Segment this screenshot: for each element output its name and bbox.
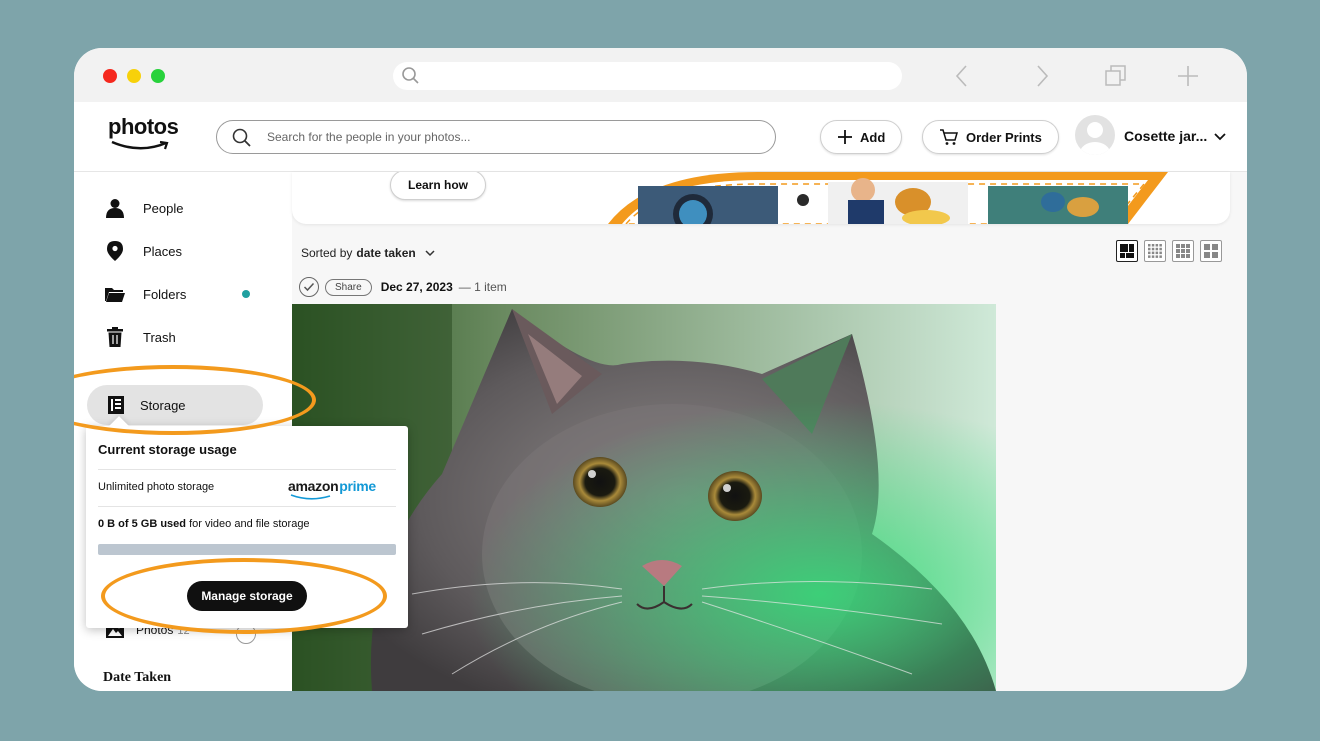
close-window-button[interactable]: [103, 69, 117, 83]
small-grid-icon: [1148, 244, 1162, 258]
order-prints-label: Order Prints: [966, 129, 1042, 145]
forward-icon[interactable]: [1034, 62, 1050, 90]
unlimited-photo-storage-label: Unlimited photo storage: [98, 481, 215, 493]
view-large-grid-button[interactable]: [1116, 240, 1138, 262]
four-grid-icon: [1204, 244, 1218, 258]
tabs-icon[interactable]: [1104, 64, 1128, 88]
view-medium-grid-button[interactable]: [1172, 240, 1194, 262]
storage-popover: Current storage usage Unlimited photo st…: [86, 426, 408, 628]
user-silhouette-icon: [1080, 122, 1110, 155]
username[interactable]: Cosette jar...: [1124, 128, 1207, 144]
prime-logo-right: prime: [339, 478, 376, 494]
main-content: Learn how Sorted by date taken Share Dec…: [292, 172, 1247, 691]
order-prints-button[interactable]: Order Prints: [922, 120, 1059, 154]
minimize-window-button[interactable]: [127, 69, 141, 83]
photo-group-header: Share Dec 27, 2023 — 1 item: [299, 276, 507, 298]
address-bar[interactable]: [393, 62, 902, 90]
cart-icon: [940, 129, 958, 145]
sidebar-item-people[interactable]: People: [104, 196, 183, 220]
sort-dropdown[interactable]: Sorted by date taken: [301, 246, 436, 260]
person-icon: [106, 199, 124, 218]
storage-used-amount: 0 B of 5 GB used: [98, 518, 187, 530]
banner-illustration: [608, 172, 1168, 224]
storage-used-text: 0 B of 5 GB used for video and file stor…: [98, 518, 310, 530]
browser-window: photos Search for the people in your pho…: [74, 48, 1247, 691]
avatar[interactable]: [1075, 115, 1115, 155]
learn-how-button[interactable]: Learn how: [390, 172, 487, 200]
chevron-down-icon: [425, 250, 435, 257]
view-small-grid-button[interactable]: [1144, 240, 1166, 262]
search-placeholder: Search for the people in your photos...: [267, 130, 471, 144]
sidebar-item-places[interactable]: Places: [104, 239, 182, 263]
prime-logo-left: amazon: [288, 478, 339, 494]
back-icon[interactable]: [954, 62, 970, 90]
storage-popover-title: Current storage usage: [98, 442, 237, 457]
photos-logo[interactable]: photos: [108, 114, 179, 140]
manage-storage-button[interactable]: Manage storage: [187, 581, 307, 611]
sidebar-item-folders[interactable]: Folders: [104, 282, 186, 306]
amazon-prime-logo: amazon prime: [288, 478, 376, 494]
chevron-down-icon[interactable]: [1214, 132, 1226, 142]
check-icon: [303, 282, 315, 292]
divider: [98, 469, 396, 470]
group-date: Dec 27, 2023: [380, 280, 453, 294]
sidebar-item-label: Trash: [143, 329, 176, 345]
trash-icon: [107, 327, 123, 347]
promo-banner: Learn how: [292, 172, 1230, 224]
select-group-checkbox[interactable]: [299, 277, 319, 297]
new-tab-icon[interactable]: [1176, 64, 1200, 88]
add-button-label: Add: [860, 129, 886, 145]
sidebar-item-label: Folders: [143, 286, 187, 302]
group-item-count: — 1 item: [458, 280, 507, 294]
browser-chrome: [74, 48, 1247, 102]
medium-grid-icon: [1176, 244, 1190, 258]
folder-icon: [105, 288, 125, 302]
people-search-input[interactable]: Search for the people in your photos...: [216, 120, 776, 154]
logo-smile-icon: [111, 140, 169, 150]
sort-prefix: Sorted by: [301, 246, 353, 260]
app-header: photos Search for the people in your pho…: [74, 102, 1247, 172]
search-icon: [402, 67, 419, 84]
large-grid-icon: [1120, 244, 1134, 258]
prime-smile-icon: [290, 494, 331, 500]
storage-label: Storage: [140, 397, 186, 413]
storage-used-suffix: for video and file storage: [186, 518, 310, 530]
sidebar-item-label: People: [143, 200, 184, 216]
view-switcher: [1116, 240, 1222, 262]
sidebar-item-trash[interactable]: Trash: [104, 325, 176, 349]
sidebar-item-storage[interactable]: Storage: [87, 385, 263, 425]
storage-icon: [108, 396, 124, 414]
divider: [98, 506, 396, 507]
add-button[interactable]: Add: [820, 120, 903, 154]
maximize-window-button[interactable]: [151, 69, 165, 83]
pin-icon: [107, 241, 123, 261]
plus-icon: [838, 130, 852, 144]
storage-usage-bar: [98, 544, 396, 555]
sidebar-item-label: Places: [143, 243, 183, 259]
share-button[interactable]: Share: [325, 278, 372, 296]
view-four-grid-button[interactable]: [1200, 240, 1222, 262]
date-taken-heading: Date Taken: [103, 670, 172, 685]
search-icon: [232, 128, 251, 147]
folders-status-dot: [242, 290, 250, 298]
sort-value: date taken: [356, 246, 416, 260]
